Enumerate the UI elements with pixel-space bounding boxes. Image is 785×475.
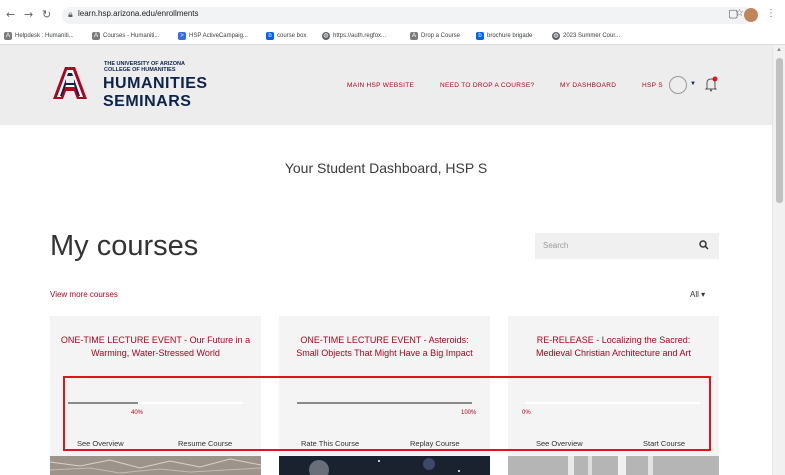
filter-label: All — [690, 290, 699, 299]
bell-icon[interactable] — [704, 76, 718, 92]
filter-dropdown[interactable]: All ▾ — [690, 290, 705, 299]
bookmark-label: https://auth.regfox... — [333, 33, 387, 39]
bookmark-label: 2023 Summer Cour... — [563, 33, 621, 39]
bookmark-favicon: > — [178, 32, 186, 40]
course-image[interactable] — [279, 456, 490, 475]
url-text: learn.hsp.arizona.edu/enrollments — [78, 9, 199, 18]
bookmark-favicon: A — [4, 32, 12, 40]
lock-icon: 🔒︎ — [68, 9, 73, 19]
bookmark-item[interactable]: ◍ 2023 Summer Cour... — [552, 32, 620, 40]
university-a-logo-icon[interactable] — [51, 63, 89, 101]
caret-down-icon[interactable]: ▼ — [690, 81, 696, 87]
course-title[interactable]: RE-RELEASE - Localizing the Sacred: Medi… — [518, 334, 709, 359]
bookmark-item[interactable]: A Helpdesk : Humaniti... — [4, 32, 74, 40]
nav-drop-course[interactable]: NEED TO DROP A COURSE? — [440, 82, 534, 89]
site-header: THE UNIVERSITY OF ARIZONA COLLEGE OF HUM… — [0, 45, 772, 125]
bookmark-item[interactable]: ◍ https://auth.regfox... — [322, 32, 386, 40]
course-title[interactable]: ONE-TIME LECTURE EVENT - Asteroids: Smal… — [289, 334, 480, 359]
globe-icon: ◍ — [552, 32, 560, 40]
search-placeholder: Search — [543, 241, 569, 250]
course-title[interactable]: ONE-TIME LECTURE EVENT - Our Future in a… — [60, 334, 251, 359]
logo-title-1: HUMANITIES — [103, 75, 208, 92]
dashboard-title: Your Student Dashboard, HSP S — [284, 160, 488, 176]
bookmark-label: HSP ActiveCampaig... — [189, 33, 248, 39]
bookmark-label: course box — [277, 33, 307, 39]
bookmarks-bar: A Helpdesk : Humaniti... A Courses - Human… — [0, 30, 785, 45]
sidepanel-icon[interactable]: ▢ — [728, 7, 738, 20]
course-image[interactable] — [50, 456, 261, 475]
bookmark-label: Helpdesk : Humaniti... — [15, 33, 74, 39]
menu-icon[interactable]: ⋮ — [766, 8, 776, 19]
bookmark-label: brochure brigade — [487, 33, 533, 39]
bookmark-item[interactable]: > HSP ActiveCampaig... — [178, 32, 248, 40]
profile-avatar[interactable] — [744, 8, 758, 22]
highlight-box — [63, 376, 711, 451]
user-avatar-icon[interactable] — [669, 76, 687, 94]
page-title: My courses — [50, 230, 199, 262]
logo-line-2: COLLEGE OF HUMANITIES — [104, 67, 176, 73]
bookmark-favicon: A — [92, 32, 100, 40]
course-image[interactable] — [508, 456, 719, 475]
nav-main-hsp-website[interactable]: MAIN HSP WEBSITE — [347, 82, 414, 89]
bookmark-favicon: b — [266, 32, 274, 40]
logo-title-2: SEMINARS — [103, 93, 192, 110]
page-scrollbar[interactable]: ▲ — [772, 45, 785, 475]
scrollbar-thumb[interactable] — [776, 58, 783, 203]
address-bar[interactable]: 🔒︎ learn.hsp.arizona.edu/enrollments ☆ — [62, 7, 752, 24]
bookmark-label: Courses - Humaniti... — [103, 33, 160, 39]
bookmark-item[interactable]: A Courses - Humaniti... — [92, 32, 159, 40]
reload-icon[interactable]: ↻ — [42, 8, 51, 22]
bookmark-label: Drop a Course — [421, 33, 461, 39]
back-arrow-icon[interactable]: ← — [6, 8, 15, 22]
bookmark-item[interactable]: b course box — [266, 32, 306, 40]
bookmark-item[interactable]: b brochure brigade — [476, 32, 532, 40]
search-input[interactable]: Search — [535, 233, 719, 259]
bookmark-favicon: A — [410, 32, 418, 40]
logo-subtitle: THE UNIVERSITY OF ARIZONA COLLEGE OF HUM… — [104, 61, 185, 73]
bookmark-item[interactable]: A Drop a Course — [410, 32, 460, 40]
user-menu-label[interactable]: HSP S — [642, 82, 663, 89]
globe-icon: ◍ — [322, 32, 330, 40]
search-icon[interactable] — [699, 240, 709, 250]
bookmark-favicon: b — [476, 32, 484, 40]
scroll-up-icon[interactable]: ▲ — [776, 47, 782, 53]
caret-down-icon: ▾ — [701, 290, 706, 299]
forward-arrow-icon[interactable]: → — [24, 8, 33, 22]
nav-my-dashboard[interactable]: MY DASHBOARD — [560, 82, 616, 89]
view-more-courses-link[interactable]: View more courses — [50, 290, 118, 299]
browser-toolbar: ← → ↻ 🔒︎ learn.hsp.arizona.edu/enrollmen… — [0, 0, 785, 30]
